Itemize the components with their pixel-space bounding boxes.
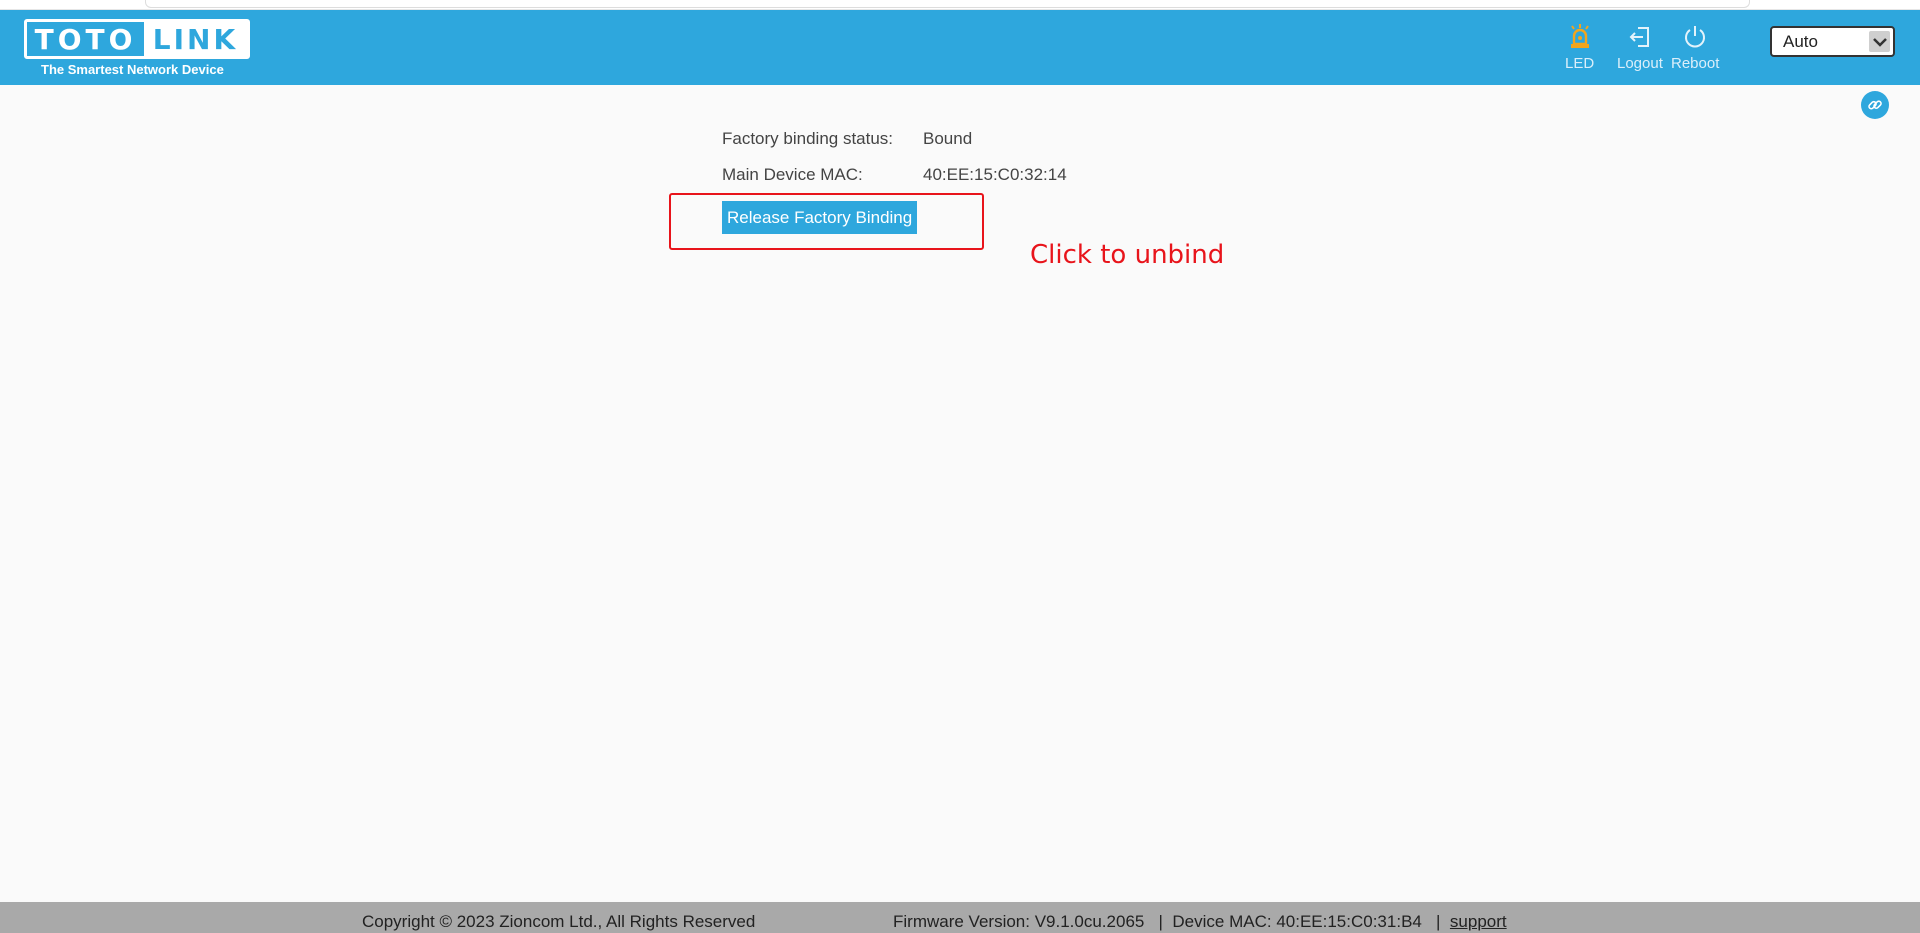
main-mac-row: Main Device MAC: 40:EE:15:C0:32:14: [722, 165, 1067, 185]
device-mac: Device MAC: 40:EE:15:C0:31:B4: [1172, 912, 1422, 931]
chevron-down-icon: [1869, 31, 1890, 52]
browser-tab-edge: [145, 0, 1750, 8]
led-button[interactable]: LED: [1565, 24, 1594, 72]
logout-label: Logout: [1617, 55, 1663, 72]
power-icon: [1685, 26, 1706, 48]
logout-button[interactable]: Logout: [1617, 24, 1663, 72]
browser-top-strip: [0, 0, 1920, 10]
annotation-text: Click to unbind: [1030, 240, 1225, 270]
main-mac-value: 40:EE:15:C0:32:14: [923, 165, 1067, 184]
header-bar: TOTO LINK The Smartest Network Device LE…: [0, 10, 1920, 85]
binding-status-row: Factory binding status: Bound: [722, 129, 972, 149]
logout-icon: [1629, 27, 1649, 47]
reboot-button[interactable]: Reboot: [1671, 24, 1719, 72]
logo-tagline: The Smartest Network Device: [41, 62, 224, 77]
reboot-label: Reboot: [1671, 55, 1720, 72]
logo-text-right: LINK: [144, 22, 247, 56]
footer-copyright: Copyright © 2023 Zioncom Ltd., All Right…: [362, 912, 756, 931]
link-icon[interactable]: [1861, 91, 1889, 119]
led-label: LED: [1565, 55, 1595, 72]
main-mac-label: Main Device MAC:: [722, 165, 863, 184]
support-link[interactable]: support: [1450, 912, 1507, 931]
language-selected-value: Auto: [1783, 31, 1818, 51]
footer-info: Firmware Version: V9.1.0cu.2065 | Device…: [893, 912, 1507, 931]
logo-text-left: TOTO: [34, 22, 137, 56]
binding-status-label: Factory binding status:: [722, 129, 894, 148]
led-icon: [1570, 24, 1589, 48]
binding-status-value: Bound: [923, 129, 973, 148]
annotation-highlight-box: [669, 193, 984, 250]
totolink-logo: TOTO LINK: [24, 19, 250, 59]
language-select[interactable]: Auto: [1770, 26, 1895, 57]
footer-bar: Copyright © 2023 Zioncom Ltd., All Right…: [0, 902, 1920, 933]
firmware-version: Firmware Version: V9.1.0cu.2065: [893, 912, 1145, 931]
